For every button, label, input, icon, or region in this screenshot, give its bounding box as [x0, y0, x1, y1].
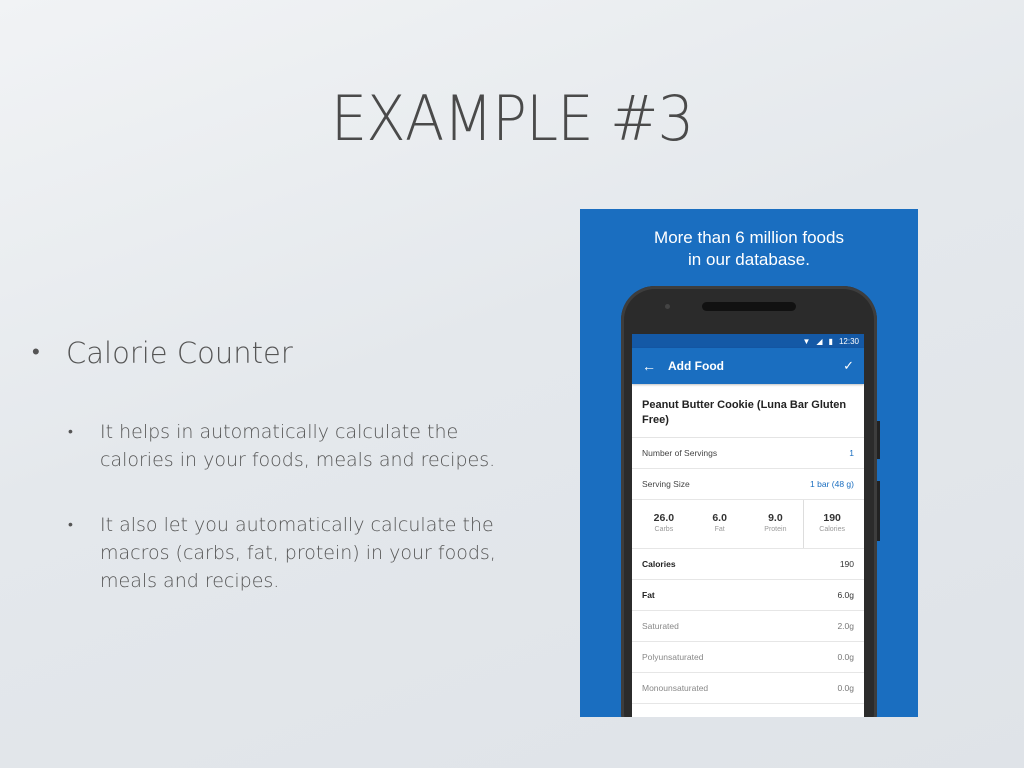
macro-value: 6.0: [712, 512, 727, 524]
bullet-dot-icon: •: [68, 517, 73, 533]
macro-label: Calories: [819, 526, 845, 533]
nutrient-row-fat: Fat 6.0g: [632, 580, 864, 611]
speaker-grille: [702, 302, 796, 311]
macro-label: Protein: [764, 526, 787, 533]
nutrient-value: 2.0g: [837, 621, 854, 631]
nutrient-label: Calories: [642, 559, 676, 569]
app-bar: ← Add Food ✓: [632, 348, 864, 384]
servings-label: Number of Servings: [642, 448, 718, 458]
macro-label: Fat: [714, 526, 725, 533]
macro-carbs: 26.0 Carbs: [636, 500, 692, 548]
sub-bullet-text: It also let you automatically calculate …: [100, 514, 496, 592]
nutrient-row-calories: Calories 190: [632, 549, 864, 580]
sub-bullet: • It helps in automatically calculate th…: [68, 418, 498, 474]
macro-fat: 6.0 Fat: [692, 500, 748, 548]
macro-value: 26.0: [653, 512, 675, 524]
nutrient-label: Monounsaturated: [642, 683, 709, 693]
servings-value[interactable]: 1: [849, 448, 854, 458]
macro-label: Carbs: [654, 526, 674, 533]
nutrient-value: 0.0g: [837, 683, 854, 693]
macro-value: 9.0: [768, 512, 783, 524]
nutrient-row-monounsaturated: Monounsaturated 0.0g: [632, 673, 864, 704]
nutrient-value: 190: [839, 559, 854, 569]
food-name: Peanut Butter Cookie (Luna Bar Gluten Fr…: [632, 384, 864, 438]
confirm-check-icon[interactable]: ✓: [843, 358, 854, 374]
status-bar: ▼ ◢ ▮ 12:30: [632, 334, 864, 348]
bullet-dot-icon: •: [32, 340, 40, 365]
nutrient-label: Fat: [642, 590, 655, 600]
volume-button: [877, 421, 880, 459]
nutrient-label: Polyunsaturated: [642, 652, 704, 662]
back-arrow-icon[interactable]: ←: [642, 358, 668, 374]
slide-title: EXAMPLE #3: [330, 82, 694, 155]
macro-calories: 190 Calories: [803, 500, 860, 548]
caption-line: in our database.: [688, 250, 810, 269]
nutrient-row-polyunsaturated: Polyunsaturated 0.0g: [632, 642, 864, 673]
phone-screen: ▼ ◢ ▮ 12:30 ← Add Food ✓ Peanut Butter C…: [632, 334, 864, 717]
macro-protein: 9.0 Protein: [748, 500, 804, 548]
app-screenshot-image: More than 6 million foods in our databas…: [580, 209, 918, 717]
sub-bullet: • It also let you automatically calculat…: [68, 511, 498, 595]
main-bullet: • Calorie Counter: [32, 336, 293, 370]
status-time: 12:30: [838, 336, 859, 346]
main-bullet-text: Calorie Counter: [66, 336, 293, 370]
phone-frame: ▼ ◢ ▮ 12:30 ← Add Food ✓ Peanut Butter C…: [621, 286, 880, 717]
nutrient-value: 0.0g: [837, 652, 854, 662]
nutrient-row-saturated: Saturated 2.0g: [632, 611, 864, 642]
battery-icon: ▮: [828, 336, 833, 346]
bullet-dot-icon: •: [68, 424, 73, 440]
serving-size-value[interactable]: 1 bar (48 g): [810, 479, 854, 489]
camera-icon: [665, 304, 670, 309]
nutrient-label: Saturated: [642, 621, 679, 631]
signal-icon: ◢: [816, 336, 823, 346]
app-bar-title: Add Food: [668, 359, 724, 373]
caption-line: More than 6 million foods: [654, 228, 844, 247]
wifi-icon: ▼: [802, 336, 811, 346]
promo-caption: More than 6 million foods in our databas…: [580, 227, 918, 271]
macro-value: 190: [823, 512, 841, 524]
serving-size-label: Serving Size: [642, 479, 690, 489]
power-button: [877, 481, 880, 541]
servings-row[interactable]: Number of Servings 1: [632, 438, 864, 469]
sub-bullet-text: It helps in automatically calculate the …: [100, 421, 496, 471]
macro-summary: 26.0 Carbs 6.0 Fat 9.0 Protein 190 Calor…: [632, 500, 864, 549]
serving-size-row[interactable]: Serving Size 1 bar (48 g): [632, 469, 864, 500]
nutrient-value: 6.0g: [837, 590, 854, 600]
